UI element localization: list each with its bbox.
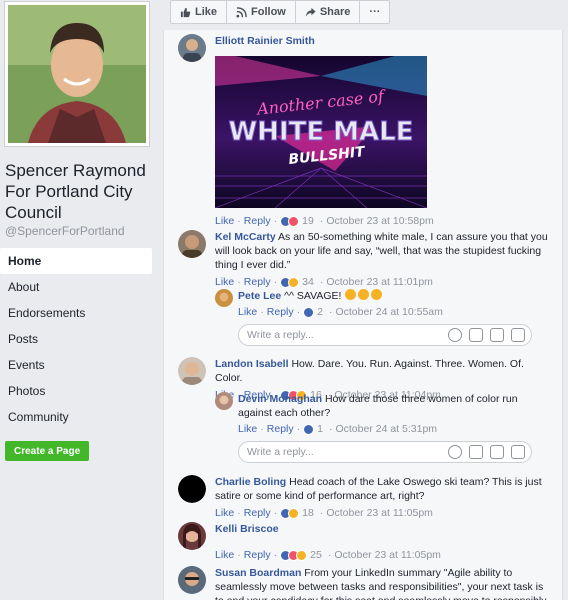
comment-author[interactable]: Elliott Rainier Smith [215, 35, 315, 47]
reaction-icons[interactable] [280, 549, 308, 561]
comment-author[interactable]: Pete Lee [238, 290, 281, 302]
reaction-count[interactable]: 18 [302, 506, 314, 520]
reaction-icons[interactable] [280, 507, 300, 519]
comment-like-link[interactable]: Like [238, 422, 257, 436]
profile-photo[interactable] [5, 2, 149, 146]
comment-reply-link[interactable]: Reply [244, 506, 271, 520]
nav-item-home[interactable]: Home [0, 248, 152, 274]
nav-item-endorsements[interactable]: Endorsements [0, 300, 152, 326]
comment-timestamp[interactable]: October 23 at 11:05pm [334, 549, 441, 561]
comment-author[interactable]: Charlie Boling [215, 476, 286, 488]
page-action-bar: Like Follow Share ··· [170, 0, 391, 24]
comment-timestamp[interactable]: October 23 at 11:01pm [326, 275, 433, 289]
page-handle[interactable]: @SpencerForPortland [5, 224, 125, 238]
nav-item-about[interactable]: About [0, 274, 152, 300]
comment-like-link[interactable]: Like [215, 275, 234, 289]
more-options-button[interactable]: ··· [360, 1, 389, 23]
gif-icon[interactable] [490, 445, 504, 459]
camera-icon[interactable] [469, 328, 483, 342]
comment-gif-image[interactable]: Another case of WHITE MALE BULLSHIT [215, 56, 427, 208]
comment-reply-link[interactable]: Reply [244, 215, 271, 227]
emoji-icon[interactable] [448, 328, 462, 342]
comment-author[interactable]: Susan Boardman [215, 567, 301, 579]
reaction-count[interactable]: 25 [310, 549, 322, 561]
sticker-icon[interactable] [511, 445, 525, 459]
write-reply-input[interactable]: Write a reply... [238, 441, 532, 463]
comment-reply-link[interactable]: Reply [244, 275, 271, 289]
create-page-button[interactable]: Create a Page [5, 441, 90, 461]
comment-author[interactable]: Kel McCarty [215, 231, 276, 243]
comment-timestamp[interactable]: October 23 at 11:05pm [326, 506, 433, 520]
gif-caption-line-2: WHITE MALE [229, 117, 414, 147]
comment-timestamp[interactable]: October 24 at 5:31pm [335, 422, 437, 436]
avatar[interactable] [178, 230, 206, 258]
comment-meta: Like · Reply · 18 · October 23 at 11:05pm [215, 506, 433, 520]
like-page-button[interactable]: Like [171, 1, 228, 23]
avatar[interactable] [215, 289, 233, 307]
reaction-icons[interactable] [280, 276, 300, 288]
share-arrow-icon [305, 7, 316, 17]
comment-meta: Like · Reply · 25 · October 23 at 11:05pm [215, 549, 441, 561]
comment-author[interactable]: Devin Monaghan [238, 393, 322, 405]
share-label: Share [319, 6, 351, 18]
comment-author[interactable]: Kelli Briscoe [215, 523, 279, 535]
write-reply-input[interactable]: Write a reply... [238, 324, 532, 346]
comment-author[interactable]: Landon Isabell [215, 358, 289, 370]
nav-item-events[interactable]: Events [0, 352, 152, 378]
rss-icon [236, 6, 247, 18]
comment-text: ^^ SAVAGE! [284, 290, 342, 302]
avatar[interactable] [178, 522, 206, 550]
reply-attachment-icons [448, 328, 525, 342]
nav-item-community[interactable]: Community [0, 404, 152, 430]
page-title[interactable]: Spencer Raymond For Portland City Counci… [5, 160, 155, 223]
avatar[interactable] [178, 34, 206, 62]
comment-meta: Like · Reply · 19 · October 23 at 10:58pm [215, 215, 434, 227]
reaction-count[interactable]: 34 [302, 275, 314, 289]
nav-item-posts[interactable]: Posts [0, 326, 152, 352]
gif-icon[interactable] [490, 328, 504, 342]
comment-reply-link[interactable]: Reply [267, 305, 294, 319]
reaction-icons[interactable] [280, 215, 300, 227]
comments-panel: Elliott Rainier Smith Another case of WH… [163, 30, 563, 600]
reply-attachment-icons [448, 445, 525, 459]
left-column: Spencer Raymond For Portland City Counci… [0, 0, 160, 600]
comment-reply-link[interactable]: Reply [244, 549, 271, 561]
reaction-icons[interactable] [303, 423, 315, 435]
like-page-label: Like [195, 6, 218, 18]
nav-item-photos[interactable]: Photos [0, 378, 152, 404]
reaction-count[interactable]: 1 [317, 422, 323, 436]
comment-meta: Like · Reply · 2 · October 24 at 10:55am [238, 305, 443, 319]
thumbs-up-icon [180, 7, 191, 17]
comment-timestamp[interactable]: October 23 at 10:58pm [326, 215, 433, 227]
reaction-count[interactable]: 19 [302, 215, 314, 227]
comment-like-link[interactable]: Like [215, 215, 234, 227]
follow-label: Follow [251, 6, 286, 18]
page-nav: Home About Endorsements Posts Events Pho… [0, 248, 152, 430]
avatar[interactable] [178, 357, 206, 385]
comment-like-link[interactable]: Like [238, 305, 257, 319]
comment-like-link[interactable]: Like [215, 549, 234, 561]
avatar[interactable] [215, 392, 233, 410]
avatar[interactable] [178, 566, 206, 594]
reaction-count[interactable]: 2 [317, 305, 323, 319]
sticker-icon[interactable] [511, 328, 525, 342]
avatar[interactable] [178, 475, 206, 503]
reply-placeholder: Write a reply... [247, 446, 314, 458]
comment-like-link[interactable]: Like [215, 506, 234, 520]
comment-meta: Like · Reply · 1 · October 24 at 5:31pm [238, 422, 438, 436]
comment-meta: Like · Reply · 34 · October 23 at 11:01pm [215, 275, 433, 289]
comment-reply-link[interactable]: Reply [267, 422, 294, 436]
camera-icon[interactable] [469, 445, 483, 459]
laughing-emoji-icon [344, 289, 383, 302]
comment-timestamp[interactable]: October 24 at 10:55am [335, 305, 442, 319]
reply-placeholder: Write a reply... [247, 329, 314, 341]
reaction-icons[interactable] [303, 306, 315, 318]
emoji-icon[interactable] [448, 445, 462, 459]
share-button[interactable]: Share [296, 1, 361, 23]
follow-button[interactable]: Follow [227, 1, 296, 23]
